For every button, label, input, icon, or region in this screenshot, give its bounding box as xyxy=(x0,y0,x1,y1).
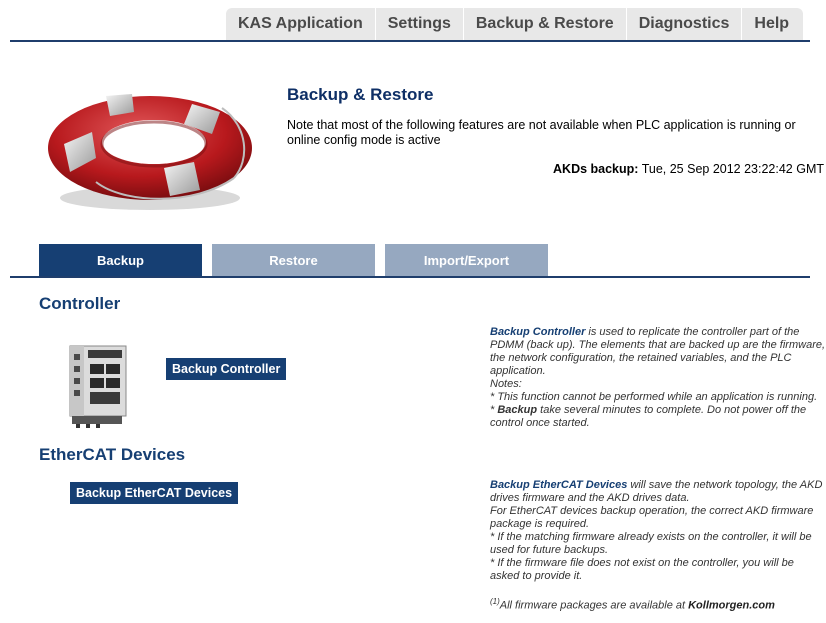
ethercat-desc-bold: Backup EtherCAT Devices xyxy=(490,479,628,491)
top-navigation: KAS Application Settings Backup & Restor… xyxy=(226,8,804,40)
tab-import-export[interactable]: Import/Export xyxy=(385,244,548,276)
controller-heading: Controller xyxy=(39,294,121,313)
akd-backup-status: AKDs backup: Tue, 25 Sep 2012 23:22:42 G… xyxy=(553,162,824,176)
tab-divider xyxy=(10,276,810,278)
backup-controller-button[interactable]: Backup Controller xyxy=(166,358,287,380)
tab-bar: Backup Restore Import/Export xyxy=(39,244,558,276)
controller-note-2-text: take several minutes to complete. Do not… xyxy=(490,404,807,429)
controller-notes-label: Notes: xyxy=(490,378,522,390)
ethercat-desc-line-3: * If the matching firmware already exist… xyxy=(490,531,812,556)
controller-note-1: * This function cannot be performed whil… xyxy=(490,391,818,403)
kollmorgen-link[interactable]: Kollmorgen.com xyxy=(688,600,775,612)
footnote-marker: (1) xyxy=(490,597,500,606)
ethercat-description: Backup EtherCAT Devices will save the ne… xyxy=(490,479,826,613)
controller-note-2-bold: Backup xyxy=(497,404,538,416)
ethercat-desc-line-2: For EtherCAT devices backup operation, t… xyxy=(490,505,814,530)
lifebuoy-icon xyxy=(48,94,252,210)
nav-settings[interactable]: Settings xyxy=(376,8,464,40)
backup-ethercat-button[interactable]: Backup EtherCAT Devices xyxy=(70,482,239,504)
nav-diagnostics[interactable]: Diagnostics xyxy=(627,8,743,40)
controller-device-icon xyxy=(69,345,127,428)
footnote-text: All firmware packages are available at xyxy=(499,599,689,612)
header-divider xyxy=(10,40,810,42)
page-title: Backup & Restore xyxy=(287,85,434,104)
nav-kas-application[interactable]: KAS Application xyxy=(226,8,376,40)
akd-backup-timestamp: Tue, 25 Sep 2012 23:22:42 GMT xyxy=(641,162,824,176)
controller-desc-bold: Backup Controller xyxy=(490,326,586,338)
nav-help[interactable]: Help xyxy=(742,8,803,40)
akd-backup-label: AKDs backup: xyxy=(553,162,639,176)
ethercat-desc-line-4: * If the firmware file does not exist on… xyxy=(490,557,794,582)
nav-backup-restore[interactable]: Backup & Restore xyxy=(464,8,627,40)
tab-backup[interactable]: Backup xyxy=(39,244,202,276)
controller-description: Backup Controller is used to replicate t… xyxy=(490,326,826,430)
tab-restore[interactable]: Restore xyxy=(212,244,375,276)
availability-note: Note that most of the following features… xyxy=(287,118,796,147)
ethercat-heading: EtherCAT Devices xyxy=(39,445,186,464)
